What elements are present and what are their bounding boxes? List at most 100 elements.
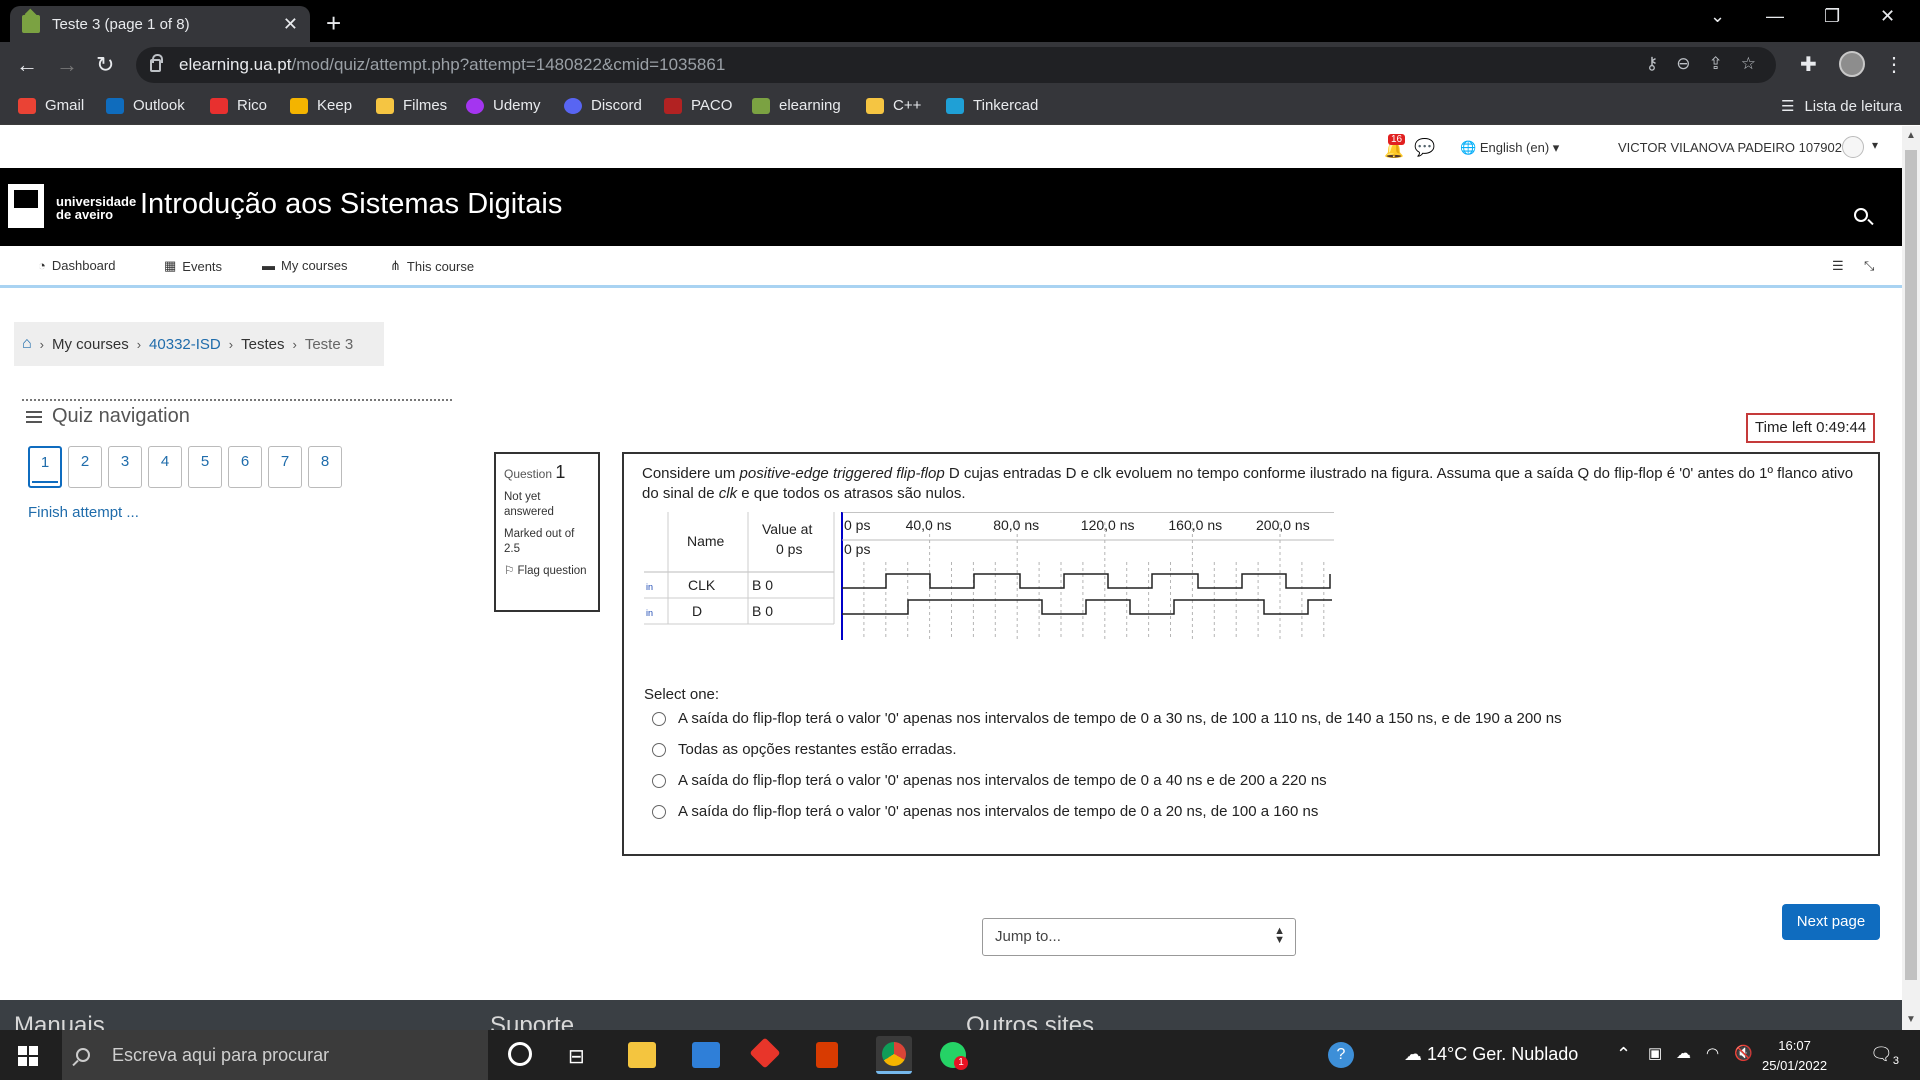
- course-title[interactable]: Introdução aos Sistemas Digitais: [140, 188, 562, 221]
- quiz-nav-question-2[interactable]: 2: [68, 446, 102, 488]
- breadcrumb-my-courses[interactable]: My courses: [52, 336, 129, 353]
- bookmark-filmes[interactable]: Filmes: [376, 97, 447, 114]
- radio-button[interactable]: [652, 773, 666, 788]
- close-window-icon[interactable]: ✕: [1880, 6, 1895, 27]
- file-explorer-icon[interactable]: [628, 1042, 656, 1068]
- taskbar-search[interactable]: Escreva aqui para procurar: [62, 1030, 488, 1080]
- bookmark-rico[interactable]: Rico: [210, 97, 267, 114]
- volume-muted-icon[interactable]: 🔇: [1734, 1044, 1753, 1062]
- wifi-icon[interactable]: ◠: [1706, 1044, 1719, 1062]
- bookmark-discord[interactable]: Discord: [564, 97, 642, 114]
- profile-avatar[interactable]: [1839, 51, 1865, 77]
- home-icon[interactable]: ⌂: [22, 335, 32, 353]
- onedrive-icon[interactable]: ☁: [1676, 1044, 1691, 1062]
- office-icon[interactable]: [816, 1042, 838, 1068]
- question-marks: Marked out of 2.5: [504, 528, 575, 555]
- bookmark-star-icon[interactable]: ☆: [1741, 54, 1756, 74]
- quiz-nav-question-6[interactable]: 6: [228, 446, 262, 488]
- next-page-button[interactable]: Next page: [1782, 904, 1880, 940]
- tray-chevron-icon[interactable]: ⌃: [1616, 1044, 1631, 1065]
- bookmark-gmail[interactable]: Gmail: [18, 97, 84, 114]
- close-tab-icon[interactable]: ✕: [283, 14, 298, 35]
- address-bar[interactable]: elearning.ua.pt/mod/quiz/attempt.php?att…: [136, 47, 1776, 83]
- finish-attempt-link[interactable]: Finish attempt ...: [28, 504, 139, 521]
- weather-widget[interactable]: ☁ 14°C Ger. Nublado: [1404, 1044, 1578, 1065]
- clk-waveform: [842, 573, 1331, 589]
- reload-icon[interactable]: ↻: [96, 52, 114, 78]
- bookmark-tinkercad[interactable]: Tinkercad: [946, 97, 1038, 114]
- cursor-label: 0 ps: [844, 541, 870, 557]
- page-scrollbar[interactable]: ▲ ▼: [1902, 126, 1920, 1030]
- meet-now-icon[interactable]: ▣: [1648, 1044, 1662, 1062]
- answer-option-a[interactable]: A saída do flip-flop terá o valor '0' ap…: [652, 710, 1562, 727]
- chrome-icon: [882, 1042, 906, 1066]
- quiz-nav-question-7[interactable]: 7: [268, 446, 302, 488]
- jump-to-select[interactable]: Jump to... ▲ ▼: [982, 918, 1296, 956]
- password-key-icon[interactable]: ⚷: [1646, 54, 1658, 74]
- back-icon[interactable]: ←: [16, 52, 38, 78]
- chrome-menu-icon[interactable]: ⋮: [1884, 52, 1904, 77]
- microsoft-store-icon[interactable]: [692, 1042, 720, 1068]
- collapse-icon[interactable]: ⤡: [1864, 258, 1874, 274]
- bookmark-outlook[interactable]: Outlook: [106, 97, 185, 114]
- quiz-nav-question-3[interactable]: 3: [108, 446, 142, 488]
- chrome-taskbar-icon[interactable]: [876, 1036, 912, 1074]
- bookmark-paco[interactable]: PACO: [664, 97, 732, 114]
- windows-start-icon[interactable]: [18, 1046, 38, 1066]
- answer-option-c[interactable]: A saída do flip-flop terá o valor '0' ap…: [652, 772, 1327, 789]
- quiz-nav-question-4[interactable]: 4: [148, 446, 182, 488]
- tab-search-chevron-icon[interactable]: ⌄: [1710, 6, 1725, 27]
- flag-question[interactable]: ⚐ Flag question: [504, 564, 590, 579]
- forward-icon[interactable]: →: [56, 52, 78, 78]
- nav-events[interactable]: ▦ Events: [164, 258, 222, 274]
- scroll-down-icon[interactable]: ▼: [1906, 1014, 1916, 1025]
- quiz-nav-question-8[interactable]: 8: [308, 446, 342, 488]
- quiz-nav-question-1[interactable]: 1: [28, 446, 62, 488]
- user-name[interactable]: VICTOR VILANOVA PADEIRO 107902: [1618, 140, 1842, 155]
- breadcrumb-course[interactable]: 40332-ISD: [149, 336, 221, 353]
- answer-option-d[interactable]: A saída do flip-flop terá o valor '0' ap…: [652, 803, 1318, 820]
- notification-center-icon[interactable]: 🗨3: [1870, 1044, 1899, 1067]
- restore-icon[interactable]: ❐: [1824, 6, 1840, 27]
- whatsapp-icon[interactable]: 1: [940, 1042, 968, 1070]
- help-icon[interactable]: ?: [1328, 1042, 1354, 1068]
- bookmark-elearning[interactable]: elearning: [752, 97, 841, 114]
- bookmark-udemy[interactable]: Udemy: [466, 97, 541, 114]
- system-clock[interactable]: 16:07 25/01/2022: [1762, 1036, 1827, 1076]
- question-number: Question 1: [504, 462, 566, 482]
- answer-option-b[interactable]: Todas as opções restantes estão erradas.: [652, 741, 957, 758]
- search-icon[interactable]: [1854, 208, 1868, 222]
- share-icon[interactable]: ⇪: [1709, 54, 1723, 74]
- quiz-nav-question-5[interactable]: 5: [188, 446, 222, 488]
- zoom-icon[interactable]: ⊖: [1676, 54, 1690, 74]
- radio-button[interactable]: [652, 742, 666, 757]
- reading-list[interactable]: ☰ Lista de leitura: [1781, 97, 1902, 116]
- scrollbar-thumb[interactable]: [1905, 150, 1917, 980]
- radio-button[interactable]: [652, 711, 666, 726]
- cortana-icon[interactable]: [508, 1042, 532, 1066]
- new-tab-icon[interactable]: +: [326, 8, 341, 39]
- hamburger-icon[interactable]: [26, 410, 42, 423]
- list-toggle-icon[interactable]: ☰: [1832, 258, 1844, 274]
- radio-button[interactable]: [652, 804, 666, 819]
- red-app-icon[interactable]: [749, 1037, 781, 1069]
- notifications[interactable]: 🔔 16: [1384, 134, 1406, 159]
- nav-my-courses[interactable]: ▬ My courses: [262, 258, 347, 273]
- lock-icon[interactable]: [150, 53, 163, 72]
- ua-logo[interactable]: [8, 184, 44, 228]
- minimize-icon[interactable]: —: [1766, 6, 1784, 27]
- user-avatar[interactable]: [1842, 136, 1864, 158]
- nav-dashboard[interactable]: ◔ Dashboard: [38, 258, 115, 273]
- browser-tab[interactable]: Teste 3 (page 1 of 8) ✕: [10, 6, 310, 42]
- bookmark-cpp[interactable]: C++: [866, 97, 921, 114]
- nav-this-course[interactable]: ⋔ This course: [390, 258, 474, 274]
- language-menu[interactable]: 🌐 English (en) ▾: [1460, 140, 1559, 156]
- bookmark-keep[interactable]: Keep: [290, 97, 352, 114]
- extensions-icon[interactable]: ✚: [1800, 52, 1817, 77]
- scroll-up-icon[interactable]: ▲: [1906, 130, 1916, 141]
- task-view-icon[interactable]: ⊟: [568, 1044, 596, 1070]
- time-axis-label: 0 ps: [844, 517, 870, 533]
- user-menu-caret-icon[interactable]: ▾: [1872, 138, 1878, 152]
- breadcrumb-testes[interactable]: Testes: [241, 336, 284, 353]
- messages-icon[interactable]: 💬: [1414, 138, 1435, 158]
